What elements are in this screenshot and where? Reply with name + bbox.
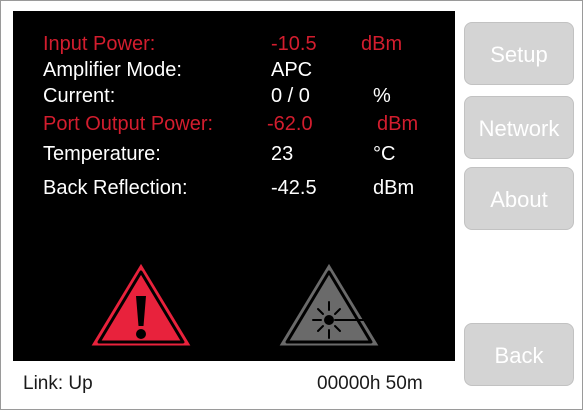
- network-button[interactable]: Network: [464, 96, 574, 159]
- reading-value: -62.0: [267, 113, 313, 135]
- readings-display: Input Power: -10.5 dBm Amplifier Mode: A…: [13, 11, 455, 361]
- laser-warning-icon: [275, 259, 383, 349]
- reading-unit: dBm: [373, 177, 415, 199]
- reading-unit: dBm: [361, 33, 403, 55]
- reading-label: Current:: [43, 85, 116, 107]
- reading-label: Input Power:: [43, 33, 156, 55]
- reading-value: 0 / 0: [271, 85, 310, 107]
- reading-label: Port Output Power:: [43, 113, 214, 135]
- reading-unit: dBm: [377, 113, 419, 135]
- link-status: Link: Up: [23, 373, 93, 394]
- reading-label: Back Reflection:: [43, 177, 188, 199]
- reading-label: Amplifier Mode:: [43, 59, 182, 81]
- reading-value: -42.5: [271, 177, 317, 199]
- setup-button[interactable]: Setup: [464, 22, 574, 85]
- reading-unit: °C: [373, 143, 396, 165]
- reading-value: -10.5: [271, 33, 317, 55]
- about-button[interactable]: About: [464, 167, 574, 230]
- uptime-counter: 00000h 50m: [317, 373, 423, 394]
- warning-triangle-icon: [87, 259, 195, 349]
- reading-value: APC: [271, 59, 313, 81]
- back-button[interactable]: Back: [464, 323, 574, 386]
- device-window: Input Power: -10.5 dBm Amplifier Mode: A…: [0, 0, 583, 410]
- reading-value: 23: [271, 143, 294, 165]
- reading-unit: %: [373, 85, 391, 107]
- reading-label: Temperature:: [43, 143, 161, 165]
